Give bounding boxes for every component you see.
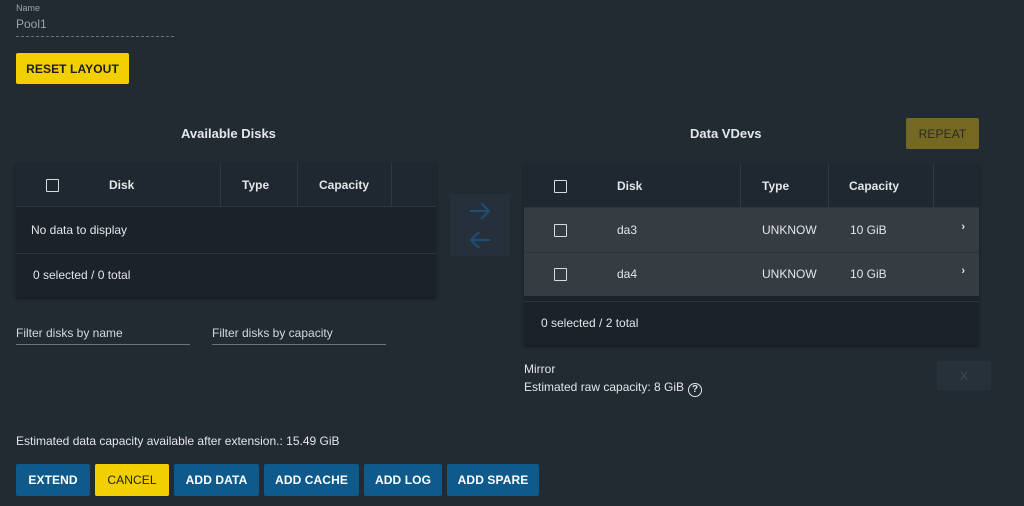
column-capacity[interactable]: Capacity — [319, 163, 369, 207]
remove-vdev-button[interactable]: X — [937, 361, 991, 390]
data-vdevs-table: Disk Type Capacity da3 UNKNOW 10 GiB › d… — [524, 164, 979, 345]
column-capacity[interactable]: Capacity — [849, 164, 899, 208]
disk-capacity: 10 GiB — [850, 267, 887, 281]
estimated-capacity-text: Estimated data capacity available after … — [16, 434, 340, 448]
disk-capacity: 10 GiB — [850, 223, 887, 237]
data-vdevs-title: Data VDevs — [690, 126, 762, 141]
close-icon: X — [959, 368, 968, 383]
column-disk[interactable]: Disk — [617, 164, 642, 208]
move-disks-controls — [450, 194, 510, 256]
disk-name: da3 — [617, 223, 638, 237]
selection-count: 0 selected / 0 total — [33, 268, 131, 282]
table-header: Disk Type Capacity — [16, 163, 436, 207]
filter-by-name-input[interactable]: Filter disks by name — [16, 323, 190, 345]
table-row[interactable]: da3 UNKNOW 10 GiB › — [524, 208, 979, 252]
pool-name-input[interactable]: Pool1 — [16, 17, 174, 37]
column-disk[interactable]: Disk — [109, 163, 134, 207]
name-field-label: Name — [16, 3, 41, 13]
select-all-checkbox[interactable] — [46, 179, 59, 192]
row-checkbox[interactable] — [554, 224, 567, 237]
raw-capacity-line: Estimated raw capacity: 8 GiB? — [524, 380, 703, 397]
available-disks-title: Available Disks — [181, 126, 276, 141]
filter-by-capacity-input[interactable]: Filter disks by capacity — [212, 323, 386, 345]
chevron-right-icon[interactable]: › — [961, 265, 965, 277]
column-type[interactable]: Type — [242, 163, 269, 207]
arrow-left-icon[interactable] — [468, 230, 492, 250]
chevron-right-icon[interactable]: › — [961, 221, 965, 233]
add-data-button[interactable]: ADD DATA — [174, 464, 259, 496]
add-cache-button[interactable]: ADD CACHE — [264, 464, 359, 496]
disk-type: UNKNOW — [762, 223, 817, 237]
add-spare-button[interactable]: ADD SPARE — [447, 464, 539, 496]
arrow-right-icon[interactable] — [468, 201, 492, 221]
disk-type: UNKNOW — [762, 267, 817, 281]
empty-message: No data to display — [31, 223, 128, 237]
table-header: Disk Type Capacity — [524, 164, 979, 208]
raw-capacity-text: Estimated raw capacity: 8 GiB — [524, 380, 685, 394]
available-disks-table: Disk Type Capacity No data to display 0 … — [16, 163, 436, 297]
help-circle-icon[interactable]: ? — [688, 383, 703, 397]
add-log-button[interactable]: ADD LOG — [364, 464, 442, 496]
selection-count: 0 selected / 2 total — [541, 316, 639, 330]
select-all-checkbox[interactable] — [554, 180, 567, 193]
vdev-layout-type: Mirror — [524, 362, 556, 376]
reset-layout-button[interactable]: RESET LAYOUT — [16, 53, 129, 84]
cancel-button[interactable]: CANCEL — [95, 464, 169, 496]
column-type[interactable]: Type — [762, 164, 789, 208]
extend-button[interactable]: EXTEND — [16, 464, 90, 496]
table-row[interactable]: da4 UNKNOW 10 GiB › — [524, 252, 979, 296]
disk-name: da4 — [617, 267, 638, 281]
row-checkbox[interactable] — [554, 268, 567, 281]
repeat-button[interactable]: REPEAT — [906, 118, 979, 149]
